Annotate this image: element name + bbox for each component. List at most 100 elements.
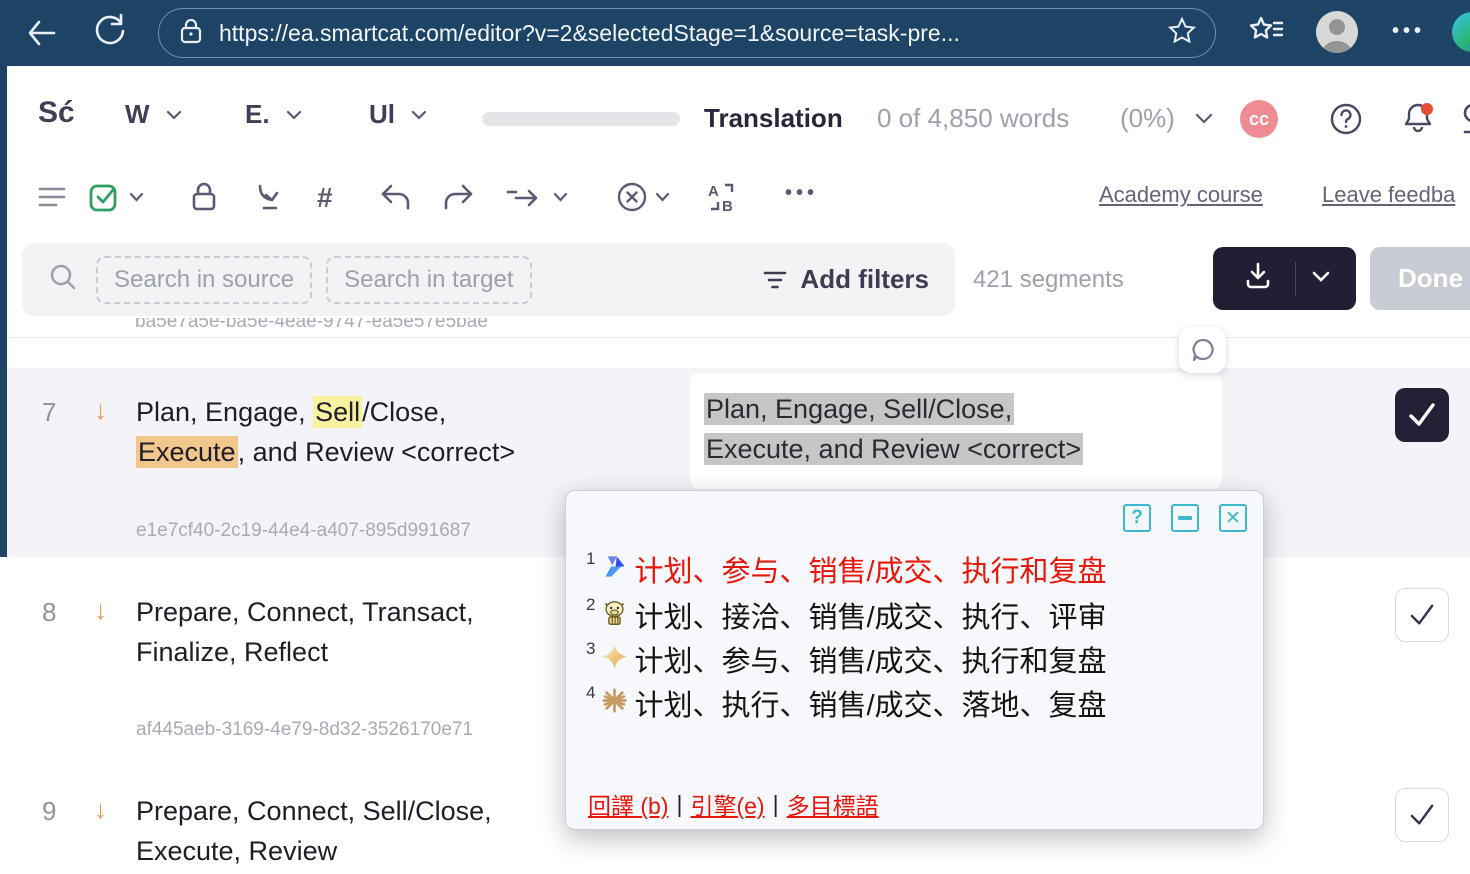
redo-icon[interactable] [441, 182, 475, 212]
arrow-down-icon: ↓ [94, 395, 107, 426]
done-button[interactable]: Done [1370, 247, 1470, 310]
mt-translation-text[interactable]: 计划、接洽、销售/成交、执行、评审 [634, 594, 1106, 636]
target-cell[interactable]: Plan, Engage, Sell/Close,Execute, and Re… [690, 373, 1222, 489]
header-menu-document[interactable]: W [125, 99, 182, 130]
progress-bar [482, 112, 680, 126]
confirm-segment-icon[interactable] [87, 180, 121, 214]
undo-icon[interactable] [379, 182, 413, 212]
clear-target-icon[interactable] [615, 180, 649, 214]
browser-menu-icon[interactable]: ••• [1392, 20, 1425, 43]
header-menu-upload[interactable]: Ul [369, 99, 427, 130]
academy-course-link[interactable]: Academy course [1099, 182, 1263, 208]
browser-extension-icon[interactable] [1452, 12, 1470, 52]
address-bar[interactable]: https://ea.smartcat.com/editor?v=2&selec… [158, 8, 1216, 58]
search-filter-bar: Search in source Search in target Add fi… [22, 243, 955, 316]
comment-button[interactable] [1179, 327, 1226, 373]
source-fragment: Finalize, Reflect [136, 637, 328, 667]
arrow-down-icon: ↓ [94, 595, 107, 626]
search-in-source-chip[interactable]: Search in source [96, 256, 312, 304]
segments-count: 421 segments [973, 266, 1124, 294]
footer-separator: | [677, 791, 683, 818]
engines-link[interactable]: 引擎(e) [690, 787, 764, 821]
mt-result-row[interactable]: 1 计划、参与、销售/成交、执行和复盘 [586, 547, 1107, 591]
mt-result-row[interactable]: 3 计划、参与、销售/成交、执行和复盘 [586, 637, 1107, 681]
download-chevron-icon[interactable] [1312, 270, 1330, 288]
download-button[interactable] [1213, 247, 1356, 310]
screen: https://ea.smartcat.com/editor?v=2&selec… [0, 0, 1470, 874]
source-text[interactable]: Plan, Engage, Sell/Close, Execute, and R… [136, 392, 626, 472]
confirm-checkbox[interactable] [1395, 788, 1449, 842]
copy-source-to-target-icon[interactable] [505, 186, 545, 210]
confirm-chevron-icon[interactable] [129, 192, 144, 202]
download-icon [1243, 261, 1273, 296]
help-icon[interactable] [1329, 102, 1363, 141]
word-count: 0 of 4,850 words [877, 103, 1069, 134]
result-number: 1 [586, 549, 595, 569]
search-in-target-chip[interactable]: Search in target [326, 256, 531, 304]
workflow-stage-label: Translation [704, 103, 843, 134]
arrow-down-icon: ↓ [94, 794, 107, 825]
multi-target-link[interactable]: 多目標語 [787, 787, 879, 821]
browser-profile-avatar[interactable] [1316, 11, 1358, 53]
editor-toolbar: # AB ••• Academy course Leave feedba [7, 160, 1470, 243]
selected-target-line: Plan, Engage, Sell/Close, [704, 393, 1014, 425]
source-fragment: /Close, [362, 397, 446, 427]
mt-translation-text[interactable]: 计划、参与、销售/成交、执行和复盘 [634, 638, 1106, 680]
more-tools-icon[interactable]: ••• [785, 182, 818, 205]
clear-chevron-icon[interactable] [655, 192, 670, 202]
highlight-orange: Execute [136, 436, 238, 468]
mt-translation-text[interactable]: 计划、参与、销售/成交、执行和复盘 [634, 548, 1106, 590]
progress-chevron-icon[interactable] [1195, 112, 1213, 130]
comment-bubble-icon [1190, 337, 1216, 363]
back-translate-link[interactable]: 回譯 (b) [588, 787, 669, 821]
footer-separator: | [773, 791, 779, 818]
mt-result-row[interactable]: 2 计划、接洽、销售/成交、执行、评审 [586, 593, 1107, 637]
goto-segment-icon[interactable] [252, 180, 286, 214]
mt-translation-text[interactable]: 计划、执行、销售/成交、落地、复盘 [634, 682, 1106, 724]
leave-feedback-link[interactable]: Leave feedba [1322, 182, 1455, 208]
favorite-star-icon[interactable] [1167, 16, 1197, 51]
percent-complete: (0%) [1120, 103, 1175, 134]
source-fragment: , and Review <correct> [238, 437, 516, 467]
menu-label: Ul [369, 99, 395, 130]
popup-help-button[interactable]: ? [1123, 504, 1151, 532]
button-divider [1295, 262, 1296, 296]
popup-minimize-button[interactable] [1171, 504, 1199, 532]
chevron-down-icon [286, 110, 302, 120]
segment-number-icon[interactable]: # [317, 182, 333, 214]
confirm-checkbox-checked[interactable] [1395, 388, 1449, 442]
add-filters-button[interactable]: Add filters [762, 264, 929, 295]
lock-segment-icon[interactable] [187, 180, 221, 214]
copy-chevron-icon[interactable] [553, 192, 568, 202]
chevron-down-icon [411, 110, 427, 120]
notifications-bell-icon[interactable] [1399, 100, 1437, 143]
header-menu-editor[interactable]: E. [245, 99, 302, 130]
secondary-profile-icon[interactable] [1463, 102, 1470, 141]
filter-icon [762, 269, 788, 291]
popup-footer: 回譯 (b) | 引擎(e) | 多目標語 [588, 787, 879, 821]
source-text[interactable]: Prepare, Connect, Sell/Close, Execute, R… [136, 791, 626, 871]
segment-uuid: e1e7cf40-2c19-44e4-a407-895d991687 [136, 520, 471, 542]
user-avatar[interactable]: cc [1240, 100, 1278, 138]
popup-close-button[interactable]: ✕ [1219, 504, 1247, 532]
segment-number: 9 [42, 796, 56, 827]
favorites-bar-icon[interactable] [1246, 14, 1286, 57]
confirm-checkbox[interactable] [1395, 588, 1449, 642]
back-icon[interactable] [22, 13, 62, 58]
machine-translate-ab-icon[interactable]: AB [705, 180, 739, 214]
source-fragment: Plan, Engage, [136, 397, 313, 427]
menu-label: W [125, 99, 150, 130]
result-number: 3 [586, 639, 595, 659]
refresh-icon[interactable] [90, 11, 130, 56]
translation-popup[interactable]: ? ✕ 1 计划、参与、销售/成交、执行和复盘 2 计划、接洽、销售/成交、执行… [565, 490, 1264, 830]
source-fragment: Execute, Review [136, 836, 337, 866]
menu-hamburger-icon[interactable] [37, 184, 67, 210]
svg-text:B: B [722, 198, 733, 214]
url-text[interactable]: https://ea.smartcat.com/editor?v=2&selec… [219, 20, 1167, 47]
window-edge-strip [0, 66, 7, 557]
smartcat-logo[interactable]: Sć [38, 96, 75, 130]
mt-result-row[interactable]: 4 计划、执行、销售/成交、落地、复盘 [586, 681, 1107, 725]
segment-number: 8 [42, 597, 56, 628]
source-text[interactable]: Prepare, Connect, Transact, Finalize, Re… [136, 592, 626, 672]
row-separator [7, 337, 1470, 338]
